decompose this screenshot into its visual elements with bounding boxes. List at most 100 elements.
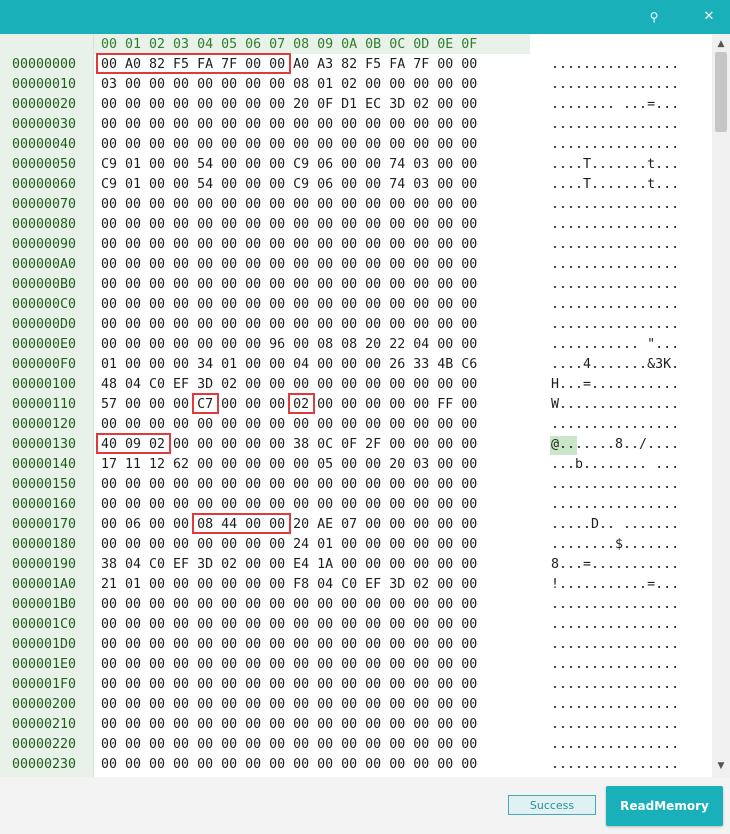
row-ascii[interactable]: ................ bbox=[551, 695, 679, 715]
row-ascii[interactable]: ................ bbox=[551, 755, 679, 775]
row-hex-bytes[interactable]: 00 00 00 00 00 00 00 00 24 01 00 00 00 0… bbox=[101, 535, 477, 555]
row-ascii[interactable]: ................ bbox=[551, 275, 679, 295]
row-address: 000001E0 bbox=[12, 657, 77, 672]
row-ascii[interactable]: ................ bbox=[551, 735, 679, 755]
row-address: 00000040 bbox=[12, 137, 77, 152]
hex-view[interactable]: 00 01 02 03 04 05 06 07 08 09 0A 0B 0C 0… bbox=[0, 34, 712, 777]
row-ascii[interactable]: ................ bbox=[551, 495, 679, 515]
row-ascii[interactable]: ........... "... bbox=[551, 335, 679, 355]
row-hex-bytes[interactable]: 48 04 C0 EF 3D 02 00 00 00 00 00 00 00 0… bbox=[101, 375, 477, 395]
row-ascii[interactable]: ................ bbox=[551, 635, 679, 655]
row-address: 00000200 bbox=[12, 697, 77, 712]
row-ascii[interactable]: ....4.......&3K. bbox=[551, 355, 679, 375]
row-hex-bytes[interactable]: C9 01 00 00 54 00 00 00 C9 06 00 00 74 0… bbox=[101, 155, 477, 175]
row-ascii[interactable]: ........$....... bbox=[551, 535, 679, 555]
row-address: 000001C0 bbox=[12, 617, 77, 632]
row-hex-bytes[interactable]: 00 00 00 00 00 00 00 00 00 00 00 00 00 0… bbox=[101, 615, 477, 635]
scroll-down-icon[interactable]: ▼ bbox=[715, 760, 727, 772]
row-ascii[interactable]: ....T.......t... bbox=[551, 175, 679, 195]
row-ascii[interactable]: ................ bbox=[551, 135, 679, 155]
row-hex-bytes[interactable]: 21 01 00 00 00 00 00 00 F8 04 C0 EF 3D 0… bbox=[101, 575, 477, 595]
row-hex-bytes[interactable]: 17 11 12 62 00 00 00 00 00 05 00 00 20 0… bbox=[101, 455, 477, 475]
row-address: 00000050 bbox=[12, 157, 77, 172]
row-address: 00000130 bbox=[12, 437, 77, 452]
row-hex-bytes[interactable]: 00 00 00 00 00 00 00 00 00 00 00 00 00 0… bbox=[101, 135, 477, 155]
row-ascii[interactable]: 8...=........... bbox=[551, 555, 679, 575]
row-hex-bytes[interactable]: 01 00 00 00 34 01 00 00 04 00 00 00 26 3… bbox=[101, 355, 477, 375]
row-hex-bytes[interactable]: 00 00 00 00 00 00 00 00 00 00 00 00 00 0… bbox=[101, 115, 477, 135]
row-ascii[interactable]: ................ bbox=[551, 415, 679, 435]
row-hex-bytes[interactable]: 00 00 00 00 00 00 00 00 00 00 00 00 00 0… bbox=[101, 675, 477, 695]
row-ascii[interactable]: ................ bbox=[551, 595, 679, 615]
row-address: 000000B0 bbox=[12, 277, 77, 292]
row-address: 00000170 bbox=[12, 517, 77, 532]
row-ascii[interactable]: ................ bbox=[551, 315, 679, 335]
row-ascii[interactable]: ................ bbox=[551, 255, 679, 275]
byte-highlight-box bbox=[192, 513, 291, 534]
row-hex-bytes[interactable]: 00 00 00 00 00 00 00 00 00 00 00 00 00 0… bbox=[101, 635, 477, 655]
row-ascii[interactable]: ................ bbox=[551, 655, 679, 675]
row-ascii[interactable]: ................ bbox=[551, 715, 679, 735]
row-hex-bytes[interactable]: 00 00 00 00 00 00 00 00 00 00 00 00 00 0… bbox=[101, 735, 477, 755]
row-address: 00000030 bbox=[12, 117, 77, 132]
row-address: 00000000 bbox=[12, 57, 77, 72]
row-address: 000001F0 bbox=[12, 677, 77, 692]
row-ascii[interactable]: ................ bbox=[551, 115, 679, 135]
row-ascii[interactable]: W............... bbox=[551, 395, 679, 415]
row-address: 00000010 bbox=[12, 77, 77, 92]
row-hex-bytes[interactable]: 00 00 00 00 00 00 00 00 00 00 00 00 00 0… bbox=[101, 415, 477, 435]
row-ascii[interactable]: ........ ...=... bbox=[551, 95, 679, 115]
row-hex-bytes[interactable]: 00 00 00 00 00 00 00 00 00 00 00 00 00 0… bbox=[101, 595, 477, 615]
row-ascii[interactable]: ................ bbox=[551, 75, 679, 95]
row-ascii[interactable]: ................ bbox=[551, 675, 679, 695]
row-hex-bytes[interactable]: 00 00 00 00 00 00 00 00 00 00 00 00 00 0… bbox=[101, 235, 477, 255]
row-hex-bytes[interactable]: 00 00 00 00 00 00 00 00 00 00 00 00 00 0… bbox=[101, 755, 477, 775]
row-hex-bytes[interactable]: 00 00 00 00 00 00 00 96 00 08 08 20 22 0… bbox=[101, 335, 477, 355]
scrollbar-thumb[interactable] bbox=[715, 52, 727, 132]
read-memory-button[interactable]: ReadMemory bbox=[606, 786, 723, 826]
pin-icon[interactable]: ⚲ bbox=[646, 9, 662, 25]
row-address: 00000100 bbox=[12, 377, 77, 392]
row-ascii[interactable]: .....D.. ....... bbox=[551, 515, 679, 535]
row-hex-bytes[interactable]: 03 00 00 00 00 00 00 00 08 01 02 00 00 0… bbox=[101, 75, 477, 95]
row-address: 000000D0 bbox=[12, 317, 77, 332]
row-ascii[interactable]: !...........=... bbox=[551, 575, 679, 595]
row-ascii[interactable]: ....T.......t... bbox=[551, 155, 679, 175]
row-hex-bytes[interactable]: 00 00 00 00 00 00 00 00 00 00 00 00 00 0… bbox=[101, 695, 477, 715]
close-icon[interactable]: ✕ bbox=[701, 9, 717, 25]
row-hex-bytes[interactable]: 00 00 00 00 00 00 00 00 00 00 00 00 00 0… bbox=[101, 215, 477, 235]
row-hex-bytes[interactable]: 00 00 00 00 00 00 00 00 00 00 00 00 00 0… bbox=[101, 275, 477, 295]
row-ascii[interactable]: ................ bbox=[551, 215, 679, 235]
row-ascii[interactable]: ...b........ ... bbox=[551, 455, 679, 475]
row-hex-bytes[interactable]: 00 00 00 00 00 00 00 00 00 00 00 00 00 0… bbox=[101, 715, 477, 735]
row-hex-bytes[interactable]: C9 01 00 00 54 00 00 00 C9 06 00 00 74 0… bbox=[101, 175, 477, 195]
row-address: 000000F0 bbox=[12, 357, 77, 372]
row-address: 000001D0 bbox=[12, 637, 77, 652]
row-address: 00000070 bbox=[12, 197, 77, 212]
row-ascii[interactable]: ................ bbox=[551, 615, 679, 635]
row-ascii[interactable]: @.......8../.... bbox=[551, 435, 679, 455]
row-ascii[interactable]: ................ bbox=[551, 195, 679, 215]
row-hex-bytes[interactable]: 00 00 00 00 00 00 00 00 00 00 00 00 00 0… bbox=[101, 195, 477, 215]
title-bar: ⚲ ✕ bbox=[0, 0, 730, 34]
row-hex-bytes[interactable]: 00 00 00 00 00 00 00 00 00 00 00 00 00 0… bbox=[101, 255, 477, 275]
row-hex-bytes[interactable]: 00 00 00 00 00 00 00 00 00 00 00 00 00 0… bbox=[101, 475, 477, 495]
row-hex-bytes[interactable]: 00 00 00 00 00 00 00 00 00 00 00 00 00 0… bbox=[101, 655, 477, 675]
row-ascii[interactable]: ................ bbox=[551, 295, 679, 315]
row-address: 000001A0 bbox=[12, 577, 77, 592]
row-ascii[interactable]: ................ bbox=[551, 55, 679, 75]
row-hex-bytes[interactable]: 00 00 00 00 00 00 00 00 00 00 00 00 00 0… bbox=[101, 295, 477, 315]
row-address: 000001B0 bbox=[12, 597, 77, 612]
row-hex-bytes[interactable]: 00 00 00 00 00 00 00 00 20 0F D1 EC 3D 0… bbox=[101, 95, 477, 115]
row-hex-bytes[interactable]: 38 04 C0 EF 3D 02 00 00 E4 1A 00 00 00 0… bbox=[101, 555, 477, 575]
row-hex-bytes[interactable]: 00 00 00 00 00 00 00 00 00 00 00 00 00 0… bbox=[101, 495, 477, 515]
vertical-scrollbar[interactable]: ▲ ▼ bbox=[712, 34, 730, 777]
row-ascii[interactable]: ................ bbox=[551, 475, 679, 495]
row-ascii[interactable]: H...=........... bbox=[551, 375, 679, 395]
row-address: 00000150 bbox=[12, 477, 77, 492]
scroll-up-icon[interactable]: ▲ bbox=[715, 38, 727, 50]
row-hex-bytes[interactable]: 00 00 00 00 00 00 00 00 00 00 00 00 00 0… bbox=[101, 315, 477, 335]
row-address: 00000020 bbox=[12, 97, 77, 112]
row-ascii[interactable]: ................ bbox=[551, 235, 679, 255]
byte-highlight-box bbox=[192, 393, 219, 414]
